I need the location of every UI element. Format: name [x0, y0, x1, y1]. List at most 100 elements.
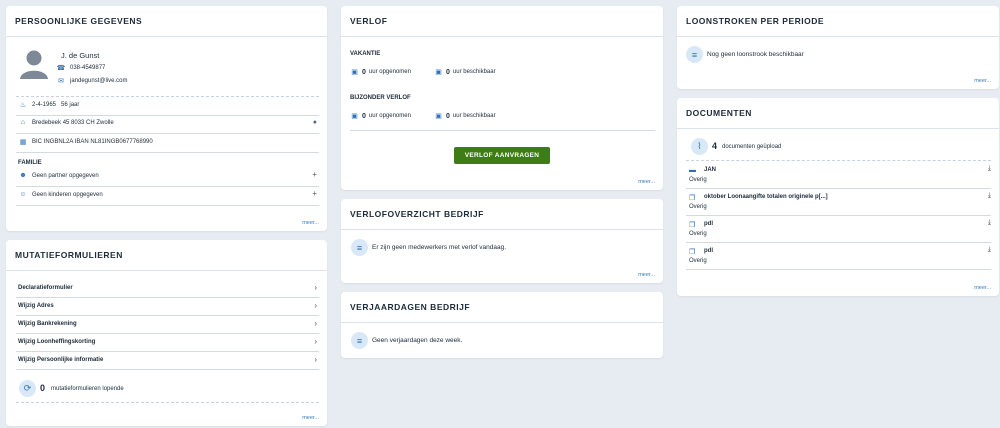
document-row[interactable]: ❐ oktober Loonaangifte totalen originele… — [686, 189, 991, 216]
email-address: jandegunst@live.com — [70, 78, 128, 84]
bijzonder-avail-value: 0 — [446, 112, 450, 120]
loonstroken-title: LOONSTROKEN PER PERIODE — [677, 6, 999, 37]
mutatie-count: 0 — [40, 383, 46, 393]
calendar-icon: ▣ — [435, 113, 442, 120]
download-icon[interactable]: ⤓ — [988, 165, 991, 173]
mutatie-item-label: Wijzig Bankrekening — [18, 321, 77, 327]
verlof-title: VERLOF — [341, 6, 663, 37]
partner-row[interactable]: ☻ Geen partner opgegeven — [18, 172, 327, 179]
mutatie-item-declaratie[interactable]: Declaratieformulier › — [16, 280, 319, 298]
address: Bredebeek 45 8033 CH Zwolle — [32, 119, 114, 126]
loonstroken-more-link[interactable]: meer... — [974, 78, 991, 84]
document-icon: ≡ — [351, 239, 368, 256]
partner-text: Geen partner opgegeven — [32, 172, 99, 179]
document-name: pdl — [704, 221, 713, 227]
mutatie-item-bankrekening[interactable]: Wijzig Bankrekening › — [16, 316, 319, 334]
chevron-right-icon: › — [314, 283, 317, 292]
file-icon: ▬ — [689, 167, 696, 174]
document-category: Overig — [689, 258, 707, 264]
family-heading: FAMILIE — [18, 160, 42, 166]
document-row[interactable]: ▬ JAN Overig ⤓ — [686, 162, 991, 189]
files-icon: ❐ — [689, 222, 696, 229]
files-icon: ❐ — [689, 249, 696, 256]
verlof-card: VERLOF VAKANTIE ▣ 0 uur opgenomen ▣ 0 uu… — [341, 6, 663, 190]
document-name: pdl — [704, 248, 713, 254]
mutatie-item-label: Declaratieformulier — [18, 285, 73, 291]
children-row[interactable]: ☺ Geen kinderen opgegeven — [18, 191, 327, 198]
chevron-right-icon: › — [314, 301, 317, 310]
home-icon: ⌂ — [20, 119, 26, 126]
overzicht-more-link[interactable]: meer... — [638, 272, 655, 278]
overzicht-text: Er zijn geen medewerkers met verlof vand… — [372, 244, 507, 251]
mail-icon: ✉ — [58, 78, 64, 85]
download-icon[interactable]: ⤓ — [988, 246, 991, 254]
personal-title: PERSOONLIJKE GEGEVENS — [6, 6, 327, 37]
mutatie-item-label: Wijzig Adres — [18, 303, 54, 309]
documenten-title: DOCUMENTEN — [677, 98, 999, 129]
bijzonder-taken-value: 0 — [362, 112, 366, 120]
verlof-aanvragen-button[interactable]: VERLOF AANVRAGEN — [454, 147, 550, 164]
verjaardagen-card: VERJAARDAGEN BEDRIJF ≡ Geen verjaardagen… — [341, 292, 663, 358]
document-name: JAN — [704, 167, 717, 173]
document-icon: ≡ — [351, 332, 368, 349]
calendar-icon: ▣ — [351, 113, 358, 120]
documenten-count-label: documenten geüpload — [722, 144, 782, 150]
paperclip-icon: ⌇ — [691, 138, 708, 155]
birthdate: 2-4-1965 — [32, 102, 57, 108]
sync-icon: ⟳ — [19, 380, 36, 397]
bijzonder-avail-label: uur beschikbaar — [452, 113, 496, 119]
bank-account: BIC INGBNL2A IBAN NL81INGB0677768990 — [32, 139, 153, 145]
verjaardagen-text: Geen verjaardagen deze week. — [372, 337, 463, 344]
document-row[interactable]: ❐ pdl Overig ⤓ — [686, 216, 991, 243]
chevron-right-icon: › — [314, 355, 317, 364]
download-icon[interactable]: ⤓ — [988, 219, 991, 227]
mutatie-item-label: Wijzig Loonheffingskorting — [18, 339, 96, 345]
mutatie-item-label: Wijzig Persoonlijke informatie — [18, 357, 104, 363]
mutatie-title: MUTATIEFORMULIEREN — [6, 240, 327, 271]
add-children-button[interactable]: + — [312, 189, 317, 198]
document-row[interactable]: ❐ pdl Overig ⤓ — [686, 243, 991, 270]
vakantie-taken-value: 0 — [362, 68, 366, 76]
documenten-card: DOCUMENTEN ⌇ 4 documenten geüpload ▬ JAN… — [677, 98, 999, 296]
phone-icon: ☎ — [56, 65, 66, 72]
verlof-more-link[interactable]: meer... — [638, 179, 655, 185]
overzicht-title: VERLOFOVERZICHT BEDRIJF — [341, 199, 663, 230]
vakantie-taken-label: uur opgenomen — [368, 69, 411, 75]
mutatie-item-loonheffing[interactable]: Wijzig Loonheffingskorting › — [16, 334, 319, 352]
loonstroken-card: LOONSTROKEN PER PERIODE ≡ Nog geen loons… — [677, 6, 999, 89]
chevron-right-icon: › — [314, 319, 317, 328]
mutatie-count-label: mutatieformulieren lopende — [51, 386, 124, 392]
children-text: Geen kinderen opgegeven — [32, 191, 103, 198]
cake-icon: ♨ — [19, 102, 27, 109]
documenten-more-link[interactable]: meer... — [974, 285, 991, 291]
download-icon[interactable]: ⤓ — [988, 192, 991, 200]
child-icon: ☺ — [19, 191, 27, 198]
calendar-icon: ▣ — [351, 69, 358, 76]
age: 56 jaar — [61, 102, 80, 108]
chevron-right-icon: › — [314, 337, 317, 346]
documenten-count: 4 — [712, 141, 718, 151]
vakantie-avail-label: uur beschikbaar — [452, 69, 496, 75]
phone-number: 038-4549877 — [70, 65, 106, 71]
personal-card: PERSOONLIJKE GEGEVENS J. de Gunst ☎ 038-… — [6, 6, 327, 231]
mutatie-card: MUTATIEFORMULIEREN Declaratieformulier ›… — [6, 240, 327, 426]
overzicht-card: VERLOFOVERZICHT BEDRIJF ≡ Er zijn geen m… — [341, 199, 663, 283]
vakantie-avail-value: 0 — [446, 68, 450, 76]
calendar-icon: ▣ — [435, 69, 442, 76]
document-icon: ≡ — [686, 46, 703, 63]
mutatie-item-adres[interactable]: Wijzig Adres › — [16, 298, 319, 316]
personal-more-link[interactable]: meer... — [302, 220, 319, 226]
document-category: Overig — [689, 177, 707, 183]
document-category: Overig — [689, 231, 707, 237]
add-partner-button[interactable]: + — [312, 170, 317, 179]
people-icon: ☻ — [19, 172, 27, 179]
loonstroken-text: Nog geen loonstrook beschikbaar — [707, 51, 804, 58]
map-pin-icon[interactable]: ● — [313, 119, 317, 126]
mutatie-more-link[interactable]: meer... — [302, 415, 319, 421]
verjaardagen-title: VERJAARDAGEN BEDRIJF — [341, 292, 663, 323]
mutatie-item-persoonlijk[interactable]: Wijzig Persoonlijke informatie › — [16, 352, 319, 370]
document-name: oktober Loonaangifte totalen originele p… — [704, 194, 828, 200]
bijzonder-taken-label: uur opgenomen — [368, 113, 411, 119]
files-icon: ❐ — [689, 195, 696, 202]
bank-icon: ▦ — [19, 139, 27, 146]
